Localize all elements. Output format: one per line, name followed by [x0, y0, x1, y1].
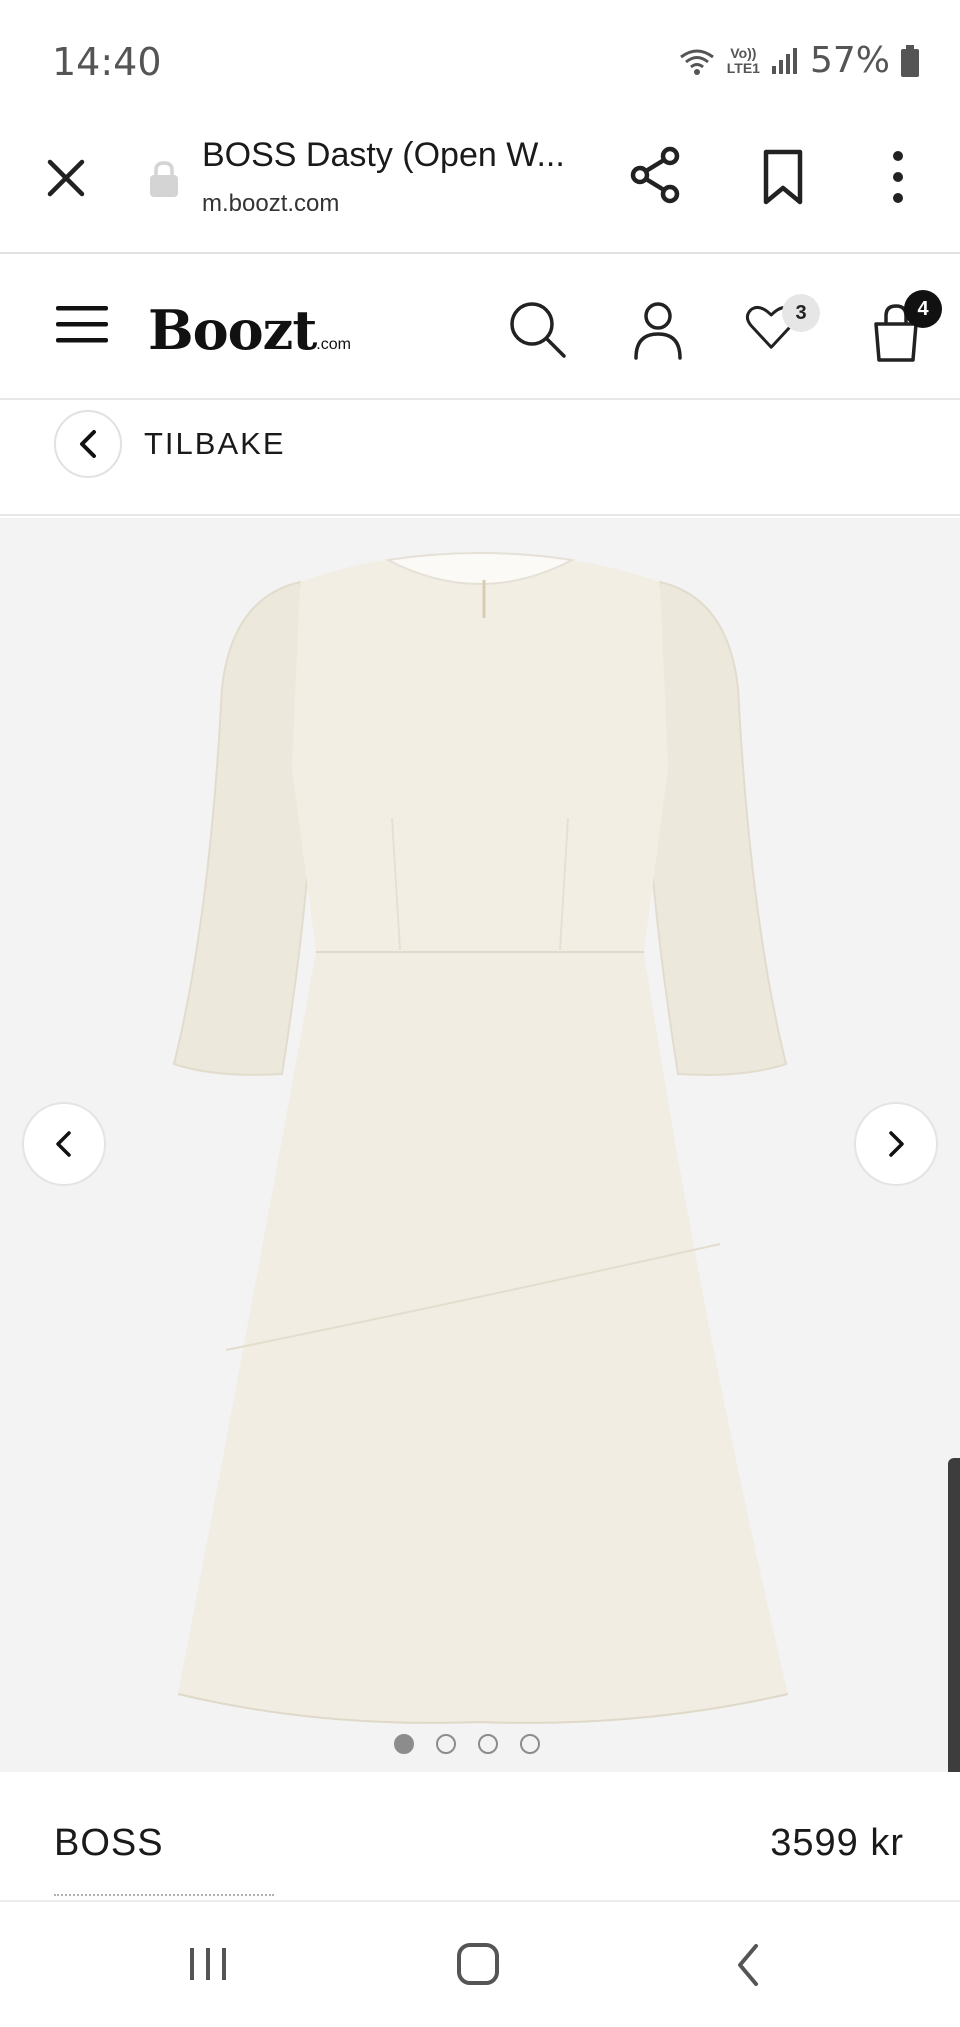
more-options-button[interactable]	[876, 146, 920, 208]
share-button[interactable]	[626, 144, 688, 206]
wifi-icon	[677, 45, 717, 77]
wishlist-count-badge: 3	[782, 294, 820, 332]
pagination-dot-1[interactable]	[394, 1734, 414, 1754]
product-brand[interactable]: BOSS	[54, 1822, 164, 1865]
page-title[interactable]: BOSS Dasty (Open W...	[202, 136, 572, 175]
bookmark-icon	[752, 146, 814, 208]
menu-icon	[54, 300, 110, 348]
share-icon	[626, 144, 688, 206]
lock-icon	[148, 160, 180, 198]
gallery-pagination	[394, 1734, 540, 1754]
back-button[interactable]	[54, 410, 122, 478]
system-navigation-bar	[0, 1900, 960, 2027]
status-icons: Vo)) LTE1 57%	[677, 40, 920, 81]
product-info: BOSS 3599 kr	[0, 1772, 960, 1902]
logo-text: Boozt	[148, 298, 317, 362]
search-button[interactable]	[506, 298, 570, 362]
close-tab-button[interactable]	[38, 150, 94, 206]
battery-icon	[900, 44, 920, 78]
status-bar: 14:40 Vo)) LTE1 57%	[0, 0, 960, 120]
system-back-button[interactable]	[728, 1940, 768, 1990]
cart-count-badge: 4	[904, 290, 942, 328]
chevron-right-icon	[882, 1128, 910, 1160]
previous-image-button[interactable]	[22, 1102, 106, 1186]
battery-level: 57%	[809, 40, 890, 81]
network-label: Vo)) LTE1	[726, 44, 760, 76]
network-volte: Vo))	[730, 44, 757, 61]
account-icon	[630, 298, 686, 362]
signal-icon	[770, 46, 800, 76]
browser-toolbar: BOSS Dasty (Open W... m.boozt.com	[0, 120, 960, 254]
scroll-handle[interactable]	[948, 1458, 960, 1772]
product-price: 3599 kr	[770, 1822, 904, 1864]
network-lte: LTE1	[726, 59, 760, 76]
more-vertical-icon	[876, 146, 920, 208]
search-icon	[506, 298, 570, 362]
cart-button[interactable]: 4	[866, 284, 942, 364]
back-label[interactable]: TILBAKE	[144, 426, 286, 462]
wishlist-button[interactable]: 3	[744, 294, 820, 364]
pagination-dot-3[interactable]	[478, 1734, 498, 1754]
next-image-button[interactable]	[854, 1102, 938, 1186]
recent-apps-button[interactable]	[186, 1942, 230, 1986]
pagination-dot-4[interactable]	[520, 1734, 540, 1754]
recent-apps-icon	[186, 1942, 230, 1986]
menu-button[interactable]	[54, 300, 110, 348]
bookmark-button[interactable]	[752, 146, 814, 208]
chevron-left-icon	[50, 1128, 78, 1160]
logo-suffix: .com	[316, 336, 351, 353]
status-time: 14:40	[52, 40, 162, 84]
boozt-logo[interactable]: Boozt.com	[148, 298, 351, 362]
back-navigation: TILBAKE	[0, 400, 960, 516]
back-arrow-icon	[728, 1940, 768, 1990]
account-button[interactable]	[630, 298, 686, 362]
site-header: Boozt.com 3 4	[0, 254, 960, 400]
product-image[interactable]	[0, 518, 960, 1772]
product-gallery[interactable]	[0, 518, 960, 1772]
chevron-left-icon	[74, 428, 102, 460]
page-url[interactable]: m.boozt.com	[202, 190, 339, 218]
home-icon	[454, 1940, 502, 1988]
close-icon	[46, 158, 86, 198]
pagination-dot-2[interactable]	[436, 1734, 456, 1754]
dress-illustration	[172, 552, 789, 1724]
home-button[interactable]	[454, 1940, 502, 1988]
